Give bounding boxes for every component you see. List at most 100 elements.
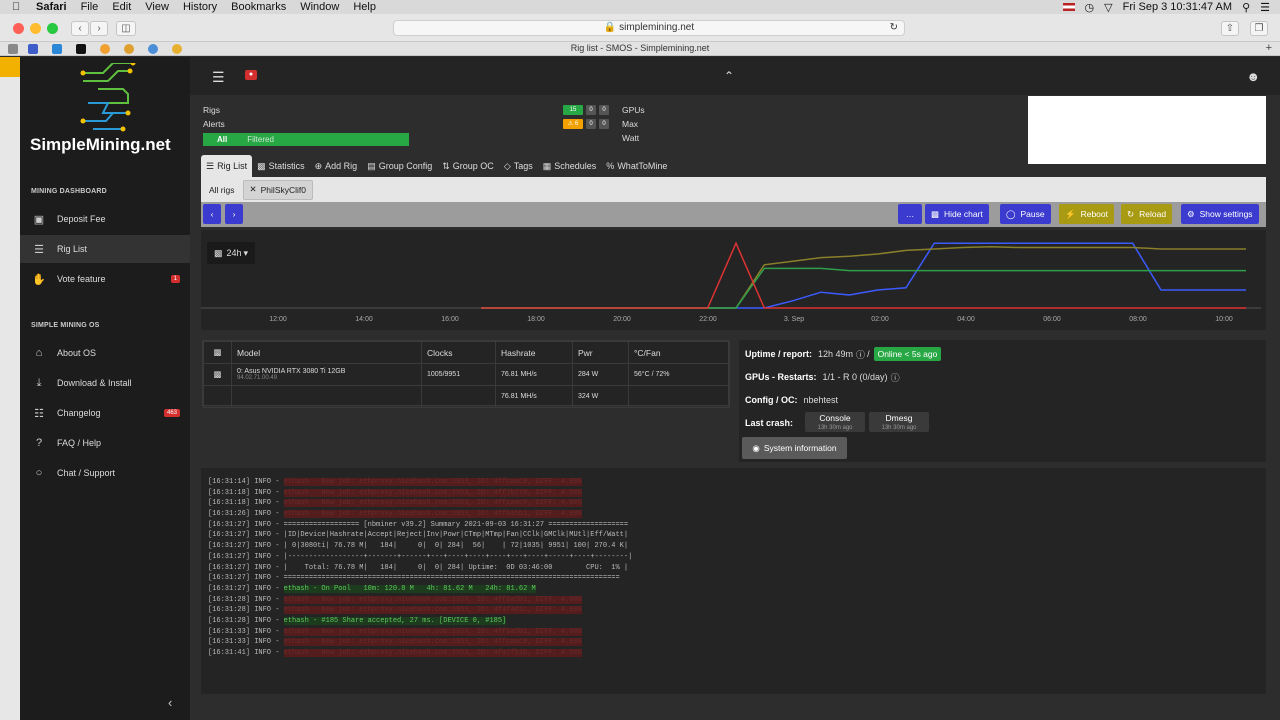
console-button[interactable]: Console 13h 30m ago: [805, 412, 865, 432]
reload-page-icon[interactable]: ↻: [890, 21, 898, 35]
tab-add-rig[interactable]: ⊕ Add Rig: [310, 155, 363, 177]
tab-group-oc[interactable]: ⇅ Group OC: [437, 155, 499, 177]
zoom-window-button[interactable]: [47, 23, 58, 34]
bar-chart-icon[interactable]: ▩: [213, 347, 221, 357]
tab-schedules[interactable]: ▦ Schedules: [538, 155, 602, 177]
subtab-all-rigs[interactable]: All rigs: [203, 180, 241, 200]
info-icon[interactable]: ⓘ: [891, 371, 900, 384]
flag-icon[interactable]: [1062, 3, 1075, 11]
close-icon[interactable]: ✕: [250, 184, 257, 195]
config-value[interactable]: nbehtest: [804, 395, 839, 405]
gpu-temp: 56°C / 72%: [628, 363, 730, 386]
wifi-icon[interactable]: ▽: [1104, 1, 1112, 14]
sidebar-toggle-icon[interactable]: ◫: [116, 21, 136, 36]
menu-view[interactable]: View: [145, 1, 169, 13]
back-button[interactable]: ‹: [71, 21, 89, 36]
new-tab-icon[interactable]: +: [1266, 42, 1272, 54]
console-text: [16:31:28] INFO -: [208, 606, 284, 615]
sidebar-item-rig-list[interactable]: ☰ Rig List: [20, 235, 190, 263]
next-rig-button[interactable]: ›: [225, 204, 243, 224]
sidebar-item-faq[interactable]: ? FAQ / Help: [20, 429, 190, 457]
sidebar-item-label: Deposit Fee: [57, 214, 106, 224]
restarts-value: 1/1 - R 0 (0/day): [822, 372, 888, 382]
menu-help[interactable]: Help: [353, 1, 376, 13]
menu-bookmarks[interactable]: Bookmarks: [231, 1, 286, 13]
console-line: [16:31:27] INFO - | 0|3080ti| 76.78 M| 1…: [208, 541, 1266, 552]
subtab-rig[interactable]: ✕ PhilSkyClif0: [242, 179, 313, 200]
prev-rig-button[interactable]: ‹: [203, 204, 221, 224]
empty-cell: [628, 385, 730, 408]
tab-tags[interactable]: ◇ Tags: [499, 155, 538, 177]
apple-icon[interactable]: : [12, 1, 26, 13]
more-button[interactable]: …: [898, 204, 922, 224]
notification-bell-icon[interactable]: ●: [245, 70, 257, 80]
sidebar-item-vote-feature[interactable]: ✋ Vote feature 1: [20, 265, 190, 293]
pause-icon: ◯: [1006, 208, 1016, 219]
tab-title[interactable]: Rig list - SMOS - Simplemining.net: [0, 43, 1280, 53]
filter-filtered[interactable]: Filtered: [247, 135, 274, 144]
logo-text[interactable]: SimpleMining.net: [30, 135, 190, 155]
forward-button[interactable]: ›: [90, 21, 108, 36]
tabs-overview-icon[interactable]: ❐: [1250, 21, 1268, 36]
spotlight-icon[interactable]: ⚲: [1242, 1, 1250, 14]
show-settings-button[interactable]: ⚙ Show settings: [1181, 204, 1259, 224]
console-line: [16:31:18] INFO - ethash - New job: ethp…: [208, 488, 1266, 499]
sidebar-item-changelog[interactable]: ☷ Changelog 463: [20, 399, 190, 427]
console-line: [16:31:27] INFO - ================== [nb…: [208, 520, 1266, 531]
sidebar-item-chat[interactable]: ○ Chat / Support: [20, 459, 190, 487]
bar-chart-icon[interactable]: ▩: [213, 369, 221, 379]
collapse-sidebar-icon[interactable]: ‹: [168, 695, 172, 710]
console-highlight: ethash - New job: ethproxy.nicehash.com:…: [283, 488, 582, 497]
eye-icon: ◉: [752, 442, 760, 453]
menu-file[interactable]: File: [81, 1, 99, 13]
subtab-label: PhilSkyClif0: [260, 184, 306, 195]
system-information-button[interactable]: ◉ System information: [742, 437, 847, 459]
menubar-clock[interactable]: Fri Sep 3 10:31:47 AM: [1123, 1, 1232, 13]
menu-safari[interactable]: Safari: [36, 1, 67, 13]
dmesg-button[interactable]: Dmesg 13h 30m ago: [869, 412, 929, 432]
info-icon[interactable]: ⓘ: [856, 348, 865, 361]
chart-icon-cell[interactable]: ▩: [203, 363, 232, 386]
hide-chart-button[interactable]: ▩ Hide chart: [925, 204, 989, 224]
bar-chart-icon: ▩: [213, 247, 223, 258]
sidebar-item-about-os[interactable]: ⌂ About OS: [20, 339, 190, 367]
tab-whattomine[interactable]: % WhatToMine: [601, 155, 672, 177]
menu-edit[interactable]: Edit: [112, 1, 131, 13]
chart-range-dropdown[interactable]: ▩ 24h ▾: [207, 242, 255, 264]
sidebar-item-label: FAQ / Help: [57, 438, 102, 448]
sidebar-item-download[interactable]: ⤓ Download & Install: [20, 369, 190, 397]
close-window-button[interactable]: [13, 23, 24, 34]
chart-icon-cell[interactable]: ▩: [203, 341, 232, 364]
section-simple-mining-os: SIMPLE MINING OS: [31, 322, 100, 329]
control-center-icon[interactable]: ☰: [1260, 1, 1270, 14]
alerts-count[interactable]: 0: [586, 119, 596, 129]
console-text: [16:31:41] INFO -: [208, 649, 284, 657]
menu-history[interactable]: History: [183, 1, 217, 13]
share-icon[interactable]: ⇧: [1221, 21, 1239, 36]
alerts-count[interactable]: 0: [599, 119, 609, 129]
pause-button[interactable]: ◯ Pause: [1000, 204, 1051, 224]
rigs-count[interactable]: 0: [586, 105, 596, 115]
menu-window[interactable]: Window: [300, 1, 339, 13]
tab-rig-list[interactable]: ☰ Rig List: [201, 155, 253, 177]
tab-statistics[interactable]: ▩ Statistics: [252, 155, 310, 177]
x-tick-label: 18:00: [527, 316, 545, 323]
filter-bar[interactable]: All Filtered: [203, 133, 409, 146]
sidebar-item-deposit-fee[interactable]: ▣ Deposit Fee: [20, 205, 190, 233]
restarts-label: GPUs - Restarts:: [745, 372, 817, 382]
rigs-online-count[interactable]: 15: [563, 105, 583, 115]
rigs-count[interactable]: 0: [599, 105, 609, 115]
time-machine-icon[interactable]: ◷: [1085, 1, 1095, 14]
sidebar-item-label: Download & Install: [57, 378, 132, 388]
crash-label: Last crash:: [745, 418, 794, 428]
hamburger-icon[interactable]: ☰: [212, 69, 225, 86]
filter-all[interactable]: All: [217, 135, 227, 144]
chevron-up-icon[interactable]: ⌃: [724, 69, 734, 83]
alerts-warning-count[interactable]: ⚠ 6: [563, 119, 583, 129]
reboot-button[interactable]: ⚡ Reboot: [1059, 204, 1115, 224]
url-bar[interactable]: 🔒 simplemining.net ↻: [393, 20, 905, 36]
minimize-window-button[interactable]: [30, 23, 41, 34]
tab-group-config[interactable]: ▤ Group Config: [362, 155, 437, 177]
user-settings-icon[interactable]: ☻: [1246, 69, 1260, 84]
reload-button[interactable]: ↻ Reload: [1121, 204, 1173, 224]
